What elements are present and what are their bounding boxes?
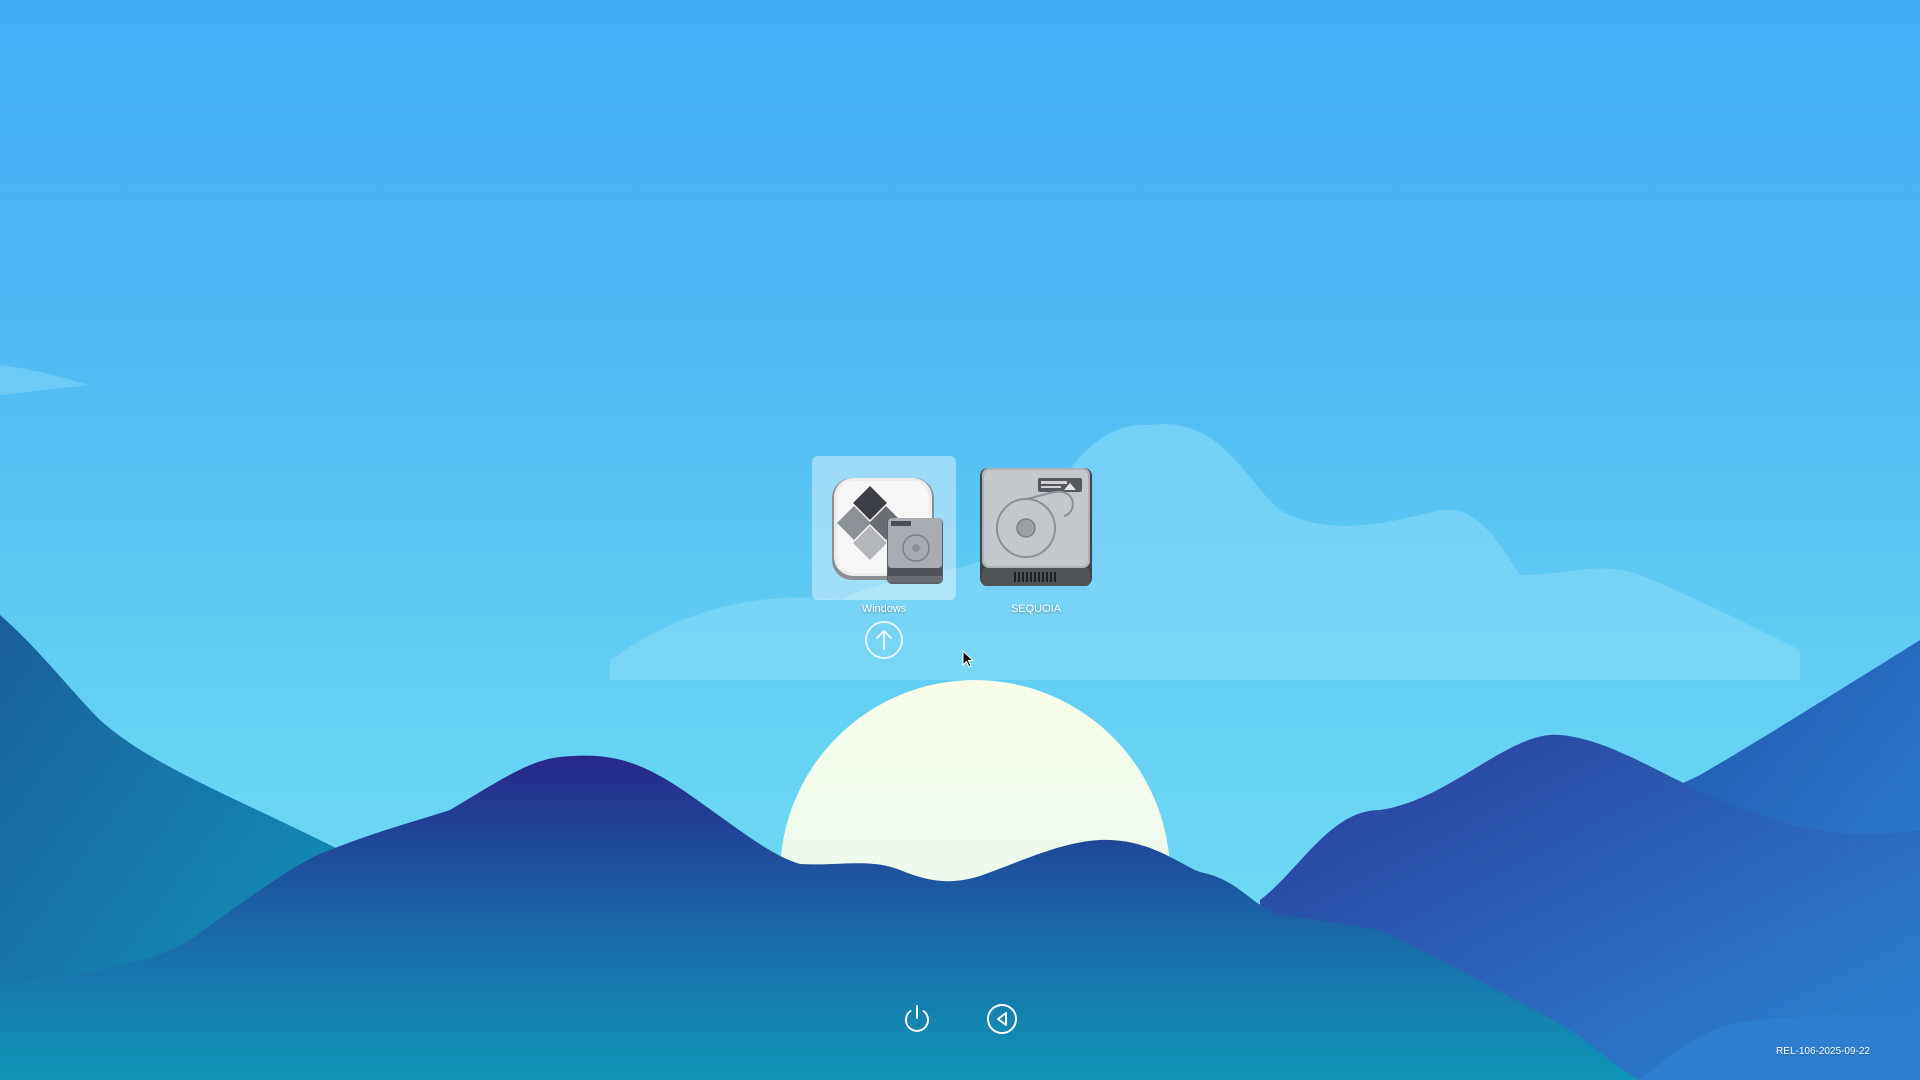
landscape-wallpaper [0, 365, 1920, 1080]
arrow-up-circle-icon [865, 621, 903, 659]
bootcamp-windows-disk-icon [832, 478, 943, 584]
volume-sequoia-label: SEQUOIA [1010, 603, 1062, 615]
restart-button[interactable] [983, 1000, 1021, 1038]
boot-picker-screen: Windows SEQUOIA REL-106-2025-09-22 [0, 0, 1920, 1080]
internal-hard-drive-icon [980, 468, 1092, 586]
release-version-label: REL-106-2025-09-22 [1776, 1046, 1870, 1057]
volume-windows-label: Windows [861, 603, 907, 615]
mouse-cursor-icon [962, 650, 975, 668]
volume-windows[interactable] [812, 456, 956, 600]
boot-selected-volume-button[interactable] [864, 620, 904, 660]
shutdown-button[interactable] [898, 1000, 936, 1038]
back-arrow-circle-icon [987, 1004, 1017, 1034]
power-icon [905, 1005, 929, 1032]
volume-sequoia[interactable] [964, 456, 1108, 600]
